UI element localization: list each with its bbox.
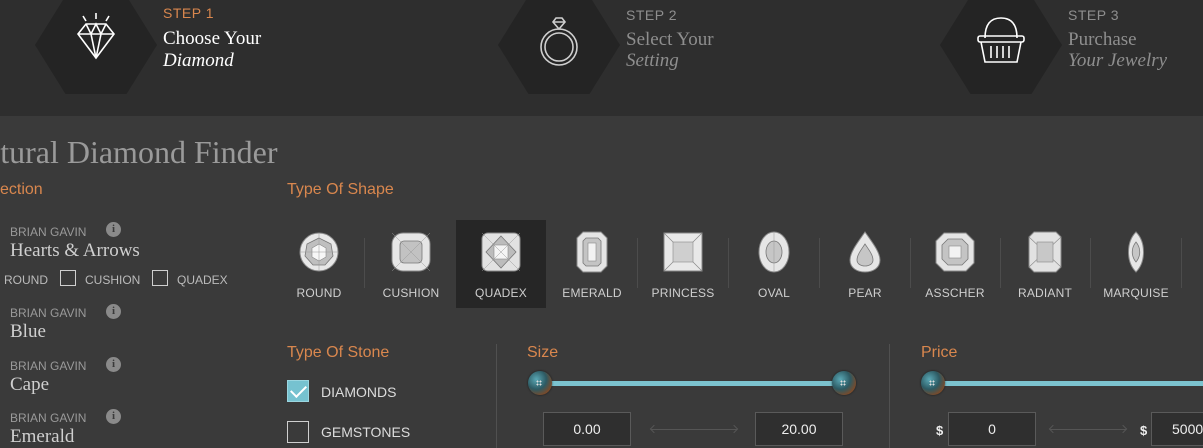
cut-round-label: ROUND	[4, 273, 48, 287]
step-1-title: Choose Your	[163, 28, 262, 49]
steps-header: STEP 1 Choose Your Diamond STEP 2 Select…	[0, 0, 1203, 116]
step-1[interactable]: STEP 1 Choose Your Diamond	[35, 0, 295, 116]
price-min-input[interactable]: 0	[948, 412, 1036, 446]
gemstones-checkbox[interactable]	[287, 421, 309, 443]
step-2[interactable]: STEP 2 Select Your Setting	[498, 0, 758, 116]
price-min-handle[interactable]	[921, 371, 945, 395]
info-icon[interactable]: i	[106, 222, 121, 237]
step-1-subtitle: Diamond	[163, 50, 234, 71]
filter-divider	[496, 344, 497, 448]
basket-icon	[977, 17, 1025, 63]
shape-label: QUADEX	[475, 286, 527, 300]
price-label: Price	[921, 344, 958, 361]
collection-label: ection	[0, 181, 43, 198]
shape-asscher[interactable]: ASSCHER	[910, 220, 1000, 308]
price-max-input[interactable]: 50000	[1151, 412, 1203, 446]
pear-diamond-icon	[849, 231, 881, 273]
price-slider-track[interactable]	[934, 381, 1203, 386]
size-slider-track[interactable]	[540, 381, 845, 386]
ring-icon	[540, 17, 578, 66]
shape-label: RADIANT	[1017, 286, 1073, 300]
cut-quadex-label: QUADEX	[177, 273, 228, 287]
shape-quadex[interactable]: QUADEX	[456, 220, 546, 308]
cushion-diamond-icon	[391, 232, 431, 272]
info-icon[interactable]: i	[106, 409, 121, 424]
shape-label: OVAL	[758, 286, 790, 300]
step-3-subtitle: Your Jewelry	[1068, 50, 1168, 71]
shape-label: EMERALD	[562, 286, 622, 300]
diamonds-checkbox[interactable]	[287, 380, 309, 402]
shape-type-label: Type Of Shape	[287, 181, 394, 198]
collection-hearts-arrows[interactable]: Hearts & Arrows	[10, 240, 140, 262]
page-title: atural Diamond Finder	[0, 134, 278, 170]
shape-label: ASSCHER	[925, 286, 985, 300]
shape-radiant[interactable]: RADIANT	[1000, 220, 1090, 308]
size-label: Size	[527, 344, 559, 361]
info-icon[interactable]: i	[106, 357, 121, 372]
filter-divider	[889, 344, 890, 448]
marquise-diamond-icon	[1128, 231, 1144, 273]
price-max-currency: $	[1140, 423, 1148, 438]
shape-cushion[interactable]: CUSHION	[366, 220, 456, 308]
stone-type-label: Type Of Stone	[287, 344, 390, 361]
cut-cushion-checkbox[interactable]	[60, 270, 76, 286]
step-3-number: STEP 3	[1068, 7, 1119, 23]
step-2-number: STEP 2	[626, 7, 677, 23]
shape-divider	[1181, 238, 1182, 288]
shape-round[interactable]: ROUND	[274, 220, 364, 308]
emerald-diamond-icon	[576, 231, 608, 273]
step-2-subtitle: Setting	[626, 50, 679, 71]
size-min-handle[interactable]	[528, 371, 552, 395]
oval-diamond-icon	[758, 231, 790, 273]
step-1-number: STEP 1	[163, 5, 214, 21]
shape-label: ROUND	[296, 286, 342, 300]
step-3[interactable]: STEP 3 Purchase Your Jewelry	[940, 0, 1203, 116]
collection-brand: BRIAN GAVIN	[10, 411, 87, 425]
size-range-arrow	[651, 429, 737, 430]
radiant-diamond-icon	[1028, 231, 1062, 273]
collection-brand: BRIAN GAVIN	[10, 359, 87, 373]
shape-label: CUSHION	[382, 286, 440, 300]
shape-label: PRINCESS	[651, 286, 715, 300]
collection-brand: BRIAN GAVIN	[10, 225, 87, 239]
shape-label: MARQUISE	[1103, 286, 1169, 300]
shape-princess[interactable]: PRINCESS	[638, 220, 728, 308]
shape-emerald[interactable]: EMERALD	[547, 220, 637, 308]
step-3-hex	[940, 0, 1062, 94]
collection-blue[interactable]: Blue	[10, 321, 46, 343]
princess-diamond-icon	[663, 232, 703, 272]
size-max-handle[interactable]	[832, 371, 856, 395]
collection-brand: BRIAN GAVIN	[10, 306, 87, 320]
round-diamond-icon	[299, 232, 339, 272]
cut-quadex-checkbox[interactable]	[152, 270, 168, 286]
shape-label: PEAR	[848, 286, 882, 300]
gemstones-label: GEMSTONES	[321, 424, 411, 440]
step-2-title: Select Your	[626, 29, 714, 50]
asscher-diamond-icon	[935, 232, 975, 272]
diamonds-label: DIAMONDS	[321, 384, 397, 400]
shape-oval[interactable]: OVAL	[729, 220, 819, 308]
step-3-title: Purchase	[1068, 29, 1137, 50]
size-max-input[interactable]: 20.00	[755, 412, 843, 446]
shape-divider	[364, 238, 365, 288]
collection-emerald[interactable]: Emerald	[10, 426, 74, 448]
shape-marquise[interactable]: MARQUISE	[1091, 220, 1181, 308]
price-min-currency: $	[936, 423, 944, 438]
diamond-icon	[76, 13, 116, 60]
size-min-input[interactable]: 0.00	[543, 412, 631, 446]
cut-cushion-label: CUSHION	[85, 273, 141, 287]
info-icon[interactable]: i	[106, 304, 121, 319]
step-2-hex	[498, 0, 620, 94]
shape-pear[interactable]: PEAR	[820, 220, 910, 308]
collection-cape[interactable]: Cape	[10, 374, 49, 396]
price-range-arrow	[1050, 429, 1126, 430]
step-1-hex	[35, 0, 157, 94]
quadex-diamond-icon	[481, 232, 521, 272]
